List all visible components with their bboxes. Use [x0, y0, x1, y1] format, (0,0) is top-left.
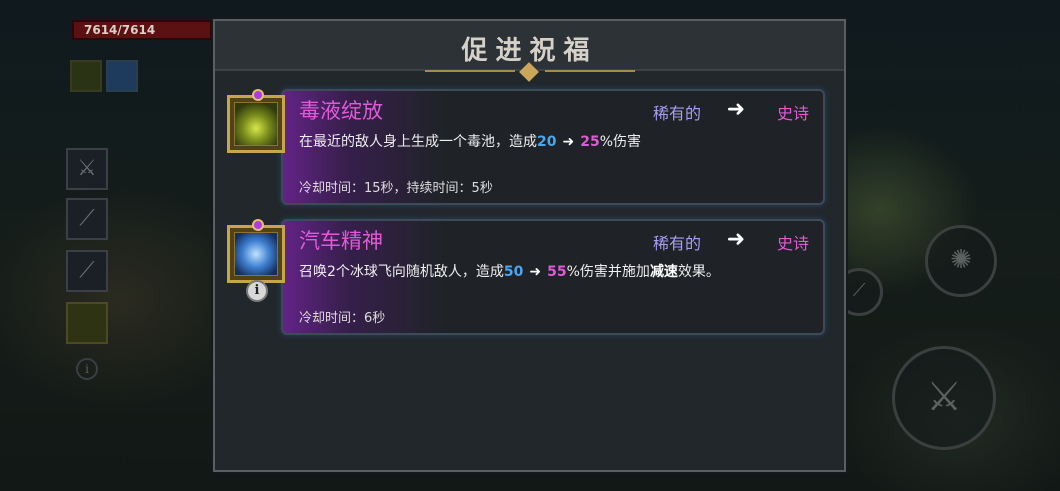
rarity-arrow-icon: ➜ [726, 97, 745, 122]
cooldown-text: 冷却时间：15秒，持续时间：5秒 [299, 181, 493, 196]
gem-icon [252, 219, 264, 231]
rarity-arrow-icon: ➜ [726, 227, 745, 252]
value-arrow-icon: ➜ [562, 134, 575, 150]
buff-frost-icon [106, 60, 138, 92]
gem-icon [252, 89, 264, 101]
rarity-to: 史诗 [776, 234, 809, 253]
value-old: 20 [537, 134, 557, 150]
desc-text: 在最近的敌人身上生成一个毒池，造成 [299, 134, 537, 150]
rarity-from: 稀有的 [652, 104, 701, 123]
info-button[interactable]: i [246, 280, 268, 302]
desc-text: 召唤2个冰球飞向随机敌人，造成 [299, 264, 504, 280]
blessing-description: 在最近的敌人身上生成一个毒池，造成20 ➜ 25%伤害 [299, 131, 641, 151]
blade-slot-icon[interactable]: ⟋ [66, 198, 108, 240]
poison-slot-icon[interactable] [66, 302, 108, 344]
rarity-from: 稀有的 [652, 234, 701, 253]
value-new: 55 [547, 264, 567, 280]
blessing-name: 毒液绽放 [299, 99, 383, 123]
value-old: 50 [503, 264, 524, 280]
info-icon-background[interactable]: i [76, 358, 98, 380]
desc-text: %伤害并施加 [566, 264, 650, 280]
health-text: 7614/7614 [84, 23, 156, 37]
attack-sword-icon[interactable]: ⚔ [892, 346, 996, 450]
desc-text: 效果。 [677, 264, 720, 280]
skill-wheel-icon[interactable]: ✺ [925, 225, 997, 297]
blessing-name: 汽车精神 [299, 229, 383, 253]
cooldown-text: 冷却时间：6秒 [299, 311, 386, 326]
frost-spirit-icon[interactable] [227, 219, 285, 283]
blessing-card-2[interactable]: 汽车精神 稀有的 ➜ 史诗 召唤2个冰球飞向随机敌人，造成50 ➜ 55%伤害并施加… [281, 219, 825, 335]
health-bar: 7614/7614 [72, 20, 212, 40]
blessing-card-1[interactable]: 毒液绽放 稀有的 ➜ 史诗 在最近的敌人身上生成一个毒池，造成20 ➜ 25%伤害 … [281, 89, 825, 205]
slow-keyword: 减速 [649, 264, 678, 280]
desc-text: %伤害 [599, 134, 642, 150]
value-arrow-icon: ➜ [529, 264, 542, 280]
value-new: 25 [580, 134, 600, 150]
poison-bloom-icon[interactable] [227, 89, 285, 153]
blessing-description: 召唤2个冰球飞向随机敌人，造成50 ➜ 55%伤害并施加减速效果。 [299, 261, 720, 281]
dialog-title: 促进祝福 [461, 36, 598, 66]
claw-slot-icon[interactable]: ⟋ [66, 250, 108, 292]
sword-slot-icon[interactable]: ⚔ [66, 148, 108, 190]
rarity-to: 史诗 [776, 104, 809, 123]
buff-poison-icon [70, 60, 102, 92]
title-ornament-icon [425, 62, 635, 82]
blessing-upgrade-dialog: 促进祝福 毒液绽放 稀有的 ➜ 史诗 在最近的敌人身上生成一个毒池，造成20 ➜ 2… [213, 19, 846, 472]
